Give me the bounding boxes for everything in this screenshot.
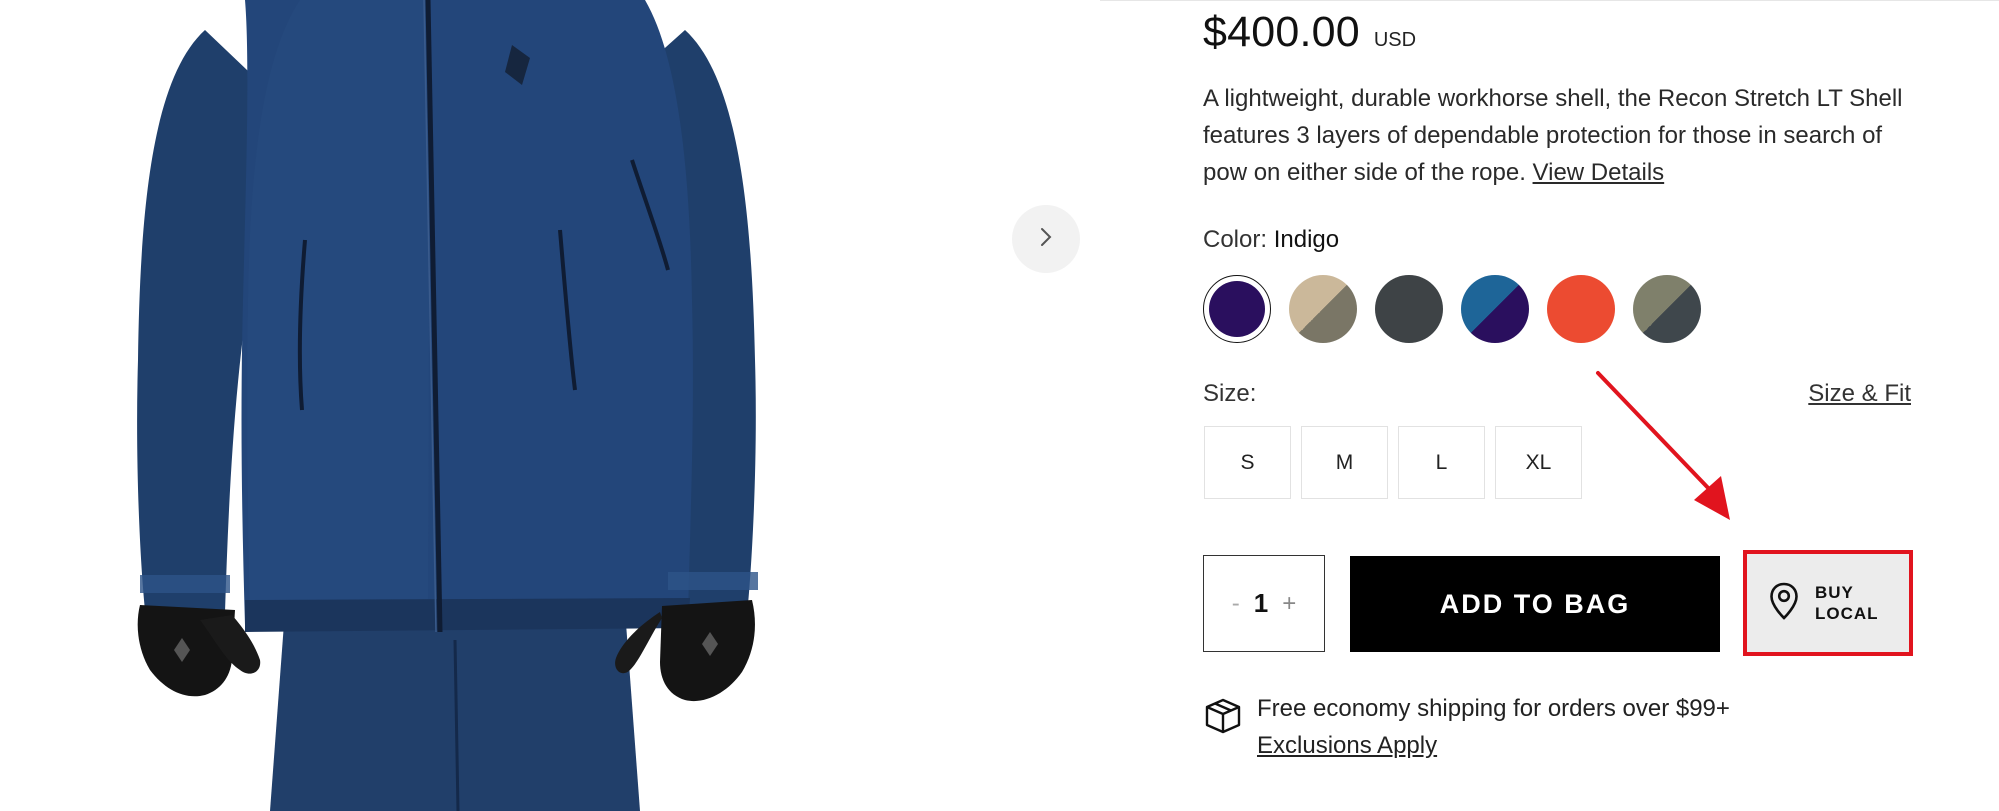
color-swatch-fill — [1289, 275, 1357, 343]
size-option-l[interactable]: L — [1398, 426, 1485, 499]
quantity-stepper: - 1 + — [1203, 555, 1325, 652]
buy-local-label: BUY LOCAL — [1815, 582, 1885, 624]
color-swatch-fill — [1547, 275, 1615, 343]
add-to-bag-label: ADD TO BAG — [1439, 588, 1631, 619]
exclusions-apply-link[interactable]: Exclusions Apply — [1257, 732, 1437, 759]
color-swatch-indigo[interactable] — [1203, 275, 1271, 343]
buy-local-line1: BUY — [1815, 583, 1854, 602]
color-swatch-fill — [1375, 275, 1443, 343]
price: $400.00 — [1203, 8, 1360, 56]
color-swatch-red-orange[interactable] — [1547, 275, 1615, 343]
size-option-m[interactable]: M — [1301, 426, 1388, 499]
quantity-decrease-button[interactable]: - — [1232, 590, 1240, 618]
color-swatch-charcoal[interactable] — [1375, 275, 1443, 343]
product-image — [0, 0, 1100, 811]
color-label: Color: Indigo — [1203, 226, 1339, 254]
color-swatch-olive-slate[interactable] — [1633, 275, 1701, 343]
buy-local-button[interactable]: BUY LOCAL — [1743, 550, 1913, 656]
jacket-illustration — [137, 0, 758, 811]
quantity-increase-button[interactable]: + — [1282, 590, 1296, 618]
size-fit-link[interactable]: Size & Fit — [1808, 380, 1911, 408]
size-option-xl[interactable]: XL — [1495, 426, 1582, 499]
quantity-value[interactable]: 1 — [1254, 588, 1268, 619]
color-swatch-fill — [1461, 275, 1529, 343]
chevron-right-icon — [1035, 226, 1057, 253]
add-to-bag-button[interactable]: ADD TO BAG — [1350, 556, 1720, 652]
color-swatches — [1203, 275, 1701, 343]
size-label: Size: — [1203, 380, 1257, 407]
color-swatch-fill — [1209, 281, 1265, 337]
product-description: A lightweight, durable workhorse shell, … — [1203, 80, 1918, 191]
color-label-text: Color: — [1203, 226, 1268, 253]
box-icon — [1203, 690, 1243, 764]
currency: USD — [1373, 29, 1417, 51]
color-swatch-blue-indigo[interactable] — [1461, 275, 1529, 343]
buy-local-line2: LOCAL — [1815, 604, 1879, 623]
view-details-link[interactable]: View Details — [1533, 159, 1665, 186]
color-swatch-tan-olive[interactable] — [1289, 275, 1357, 343]
selected-color: Indigo — [1273, 226, 1340, 253]
size-options: S M L XL — [1204, 426, 1582, 499]
shipping-text: Free economy shipping for orders over $9… — [1257, 695, 1730, 722]
size-option-s[interactable]: S — [1204, 426, 1291, 499]
price-row: $400.00 USD — [1203, 8, 1416, 57]
map-pin-icon — [1769, 582, 1799, 625]
color-swatch-fill — [1633, 275, 1701, 343]
carousel-next-button[interactable] — [1012, 205, 1080, 273]
shipping-info: Free economy shipping for orders over $9… — [1203, 690, 1730, 764]
